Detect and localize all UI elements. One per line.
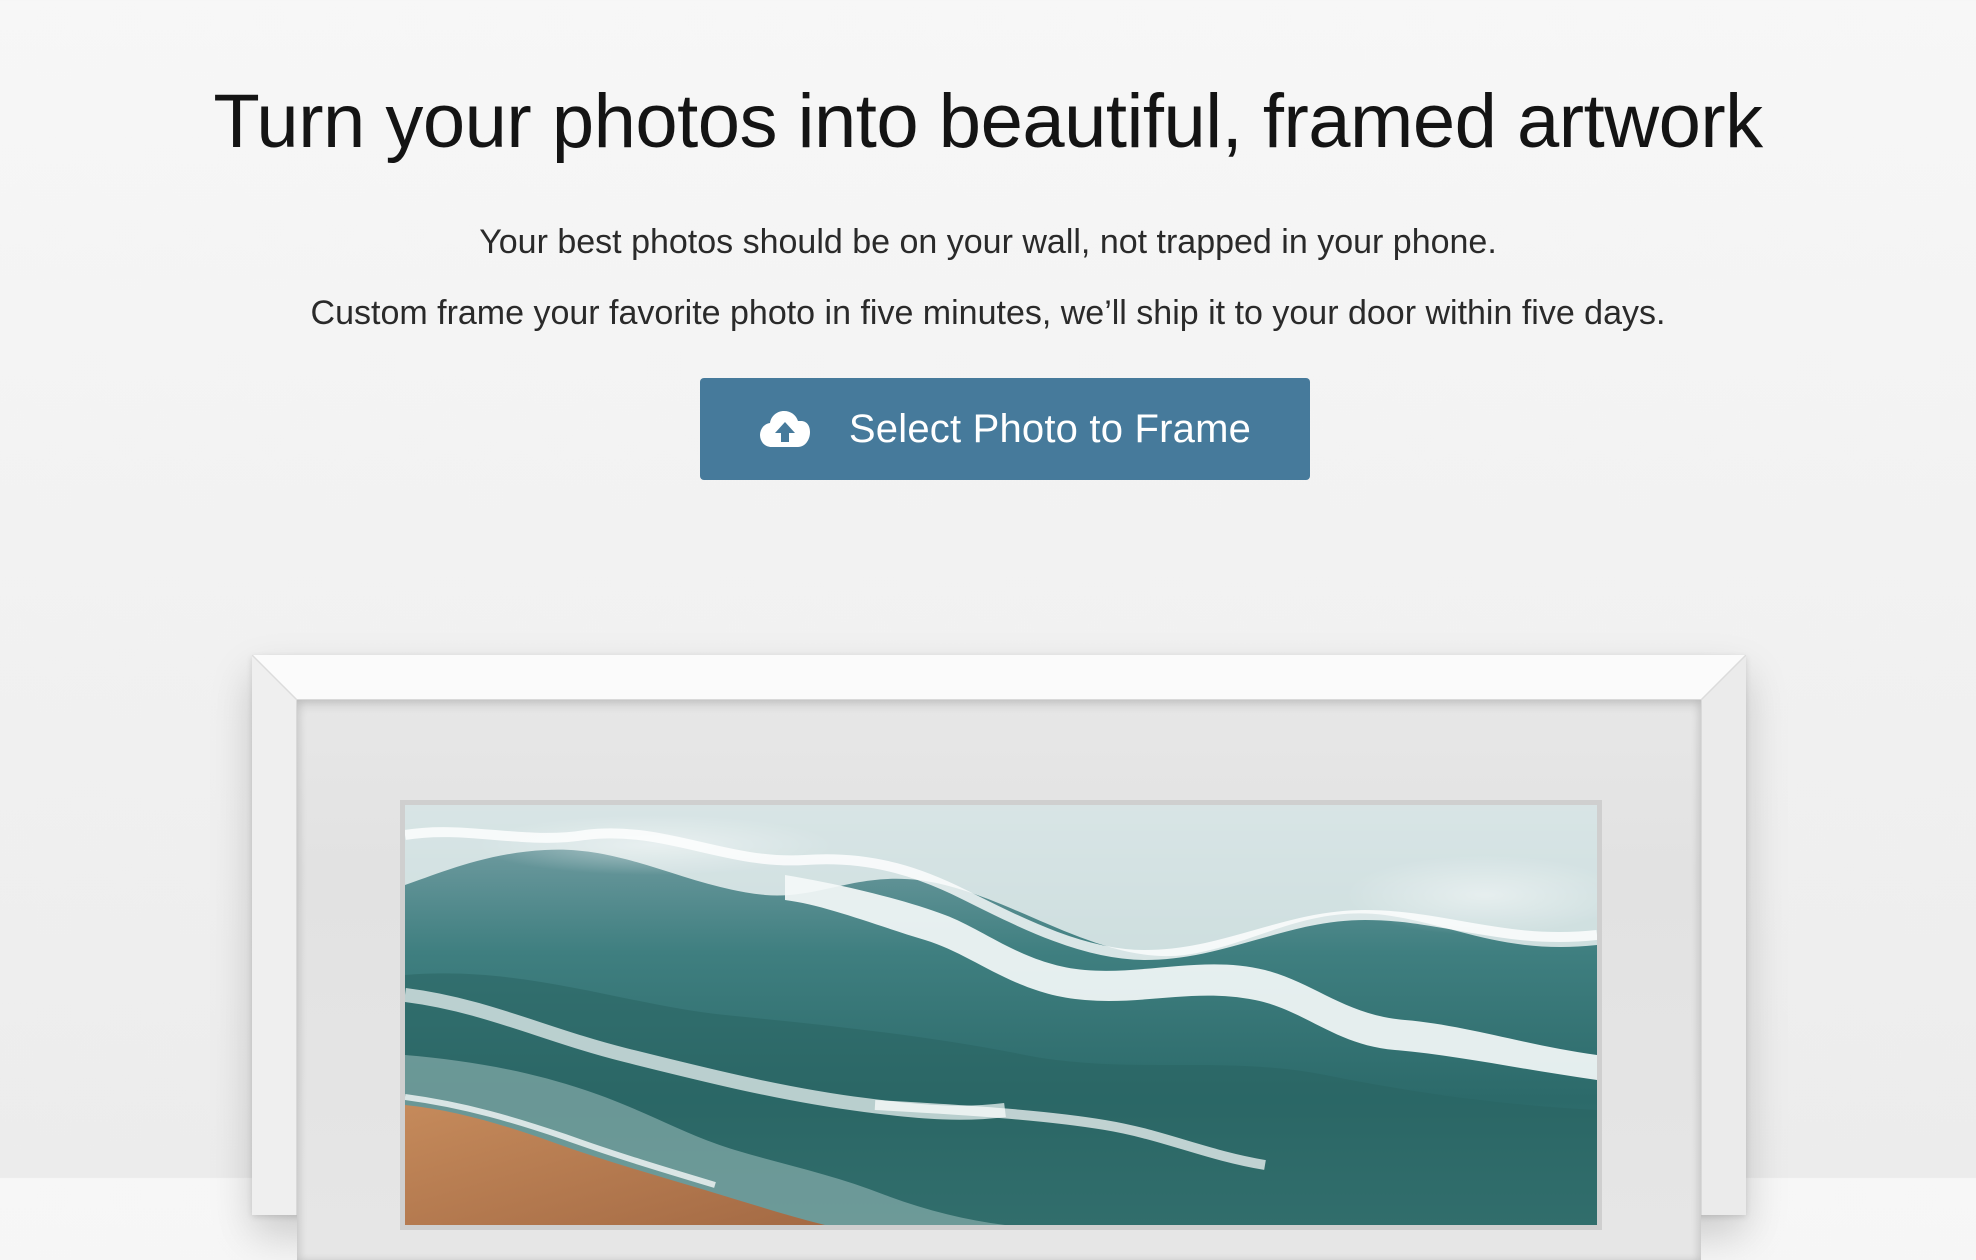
select-photo-button[interactable]: Select Photo to Frame	[700, 378, 1310, 480]
hero-subheadline-1: Your best photos should be on your wall,…	[479, 223, 1497, 261]
beach-waves-photo	[405, 805, 1597, 1225]
page-headline: Turn your photos into beautiful, framed …	[213, 79, 1763, 164]
hero-subheadline-2: Custom frame your favorite photo in five…	[310, 294, 1666, 332]
cloud-upload-icon	[759, 409, 811, 449]
select-photo-button-label: Select Photo to Frame	[848, 406, 1252, 451]
picture-frame	[252, 655, 1746, 1260]
